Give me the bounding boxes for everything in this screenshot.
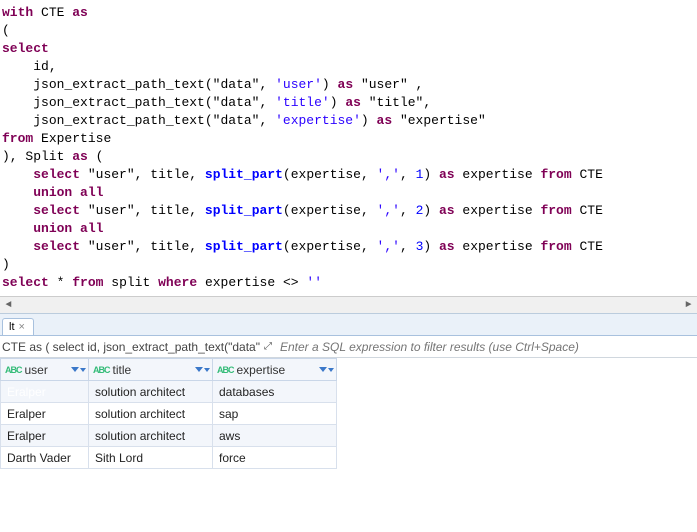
cte-summary-text: CTE as ( select id, json_extract_path_te… (2, 340, 260, 354)
filter-icon[interactable] (71, 367, 86, 372)
results-filter-bar: CTE as ( select id, json_extract_path_te… (0, 336, 697, 358)
sql-editor[interactable]: with CTE as ( select id, json_extract_pa… (0, 0, 697, 296)
column-header-title[interactable]: ABCtitle (89, 359, 213, 381)
filter-icon[interactable] (195, 367, 210, 372)
cell-title[interactable]: solution architect (89, 381, 213, 403)
type-icon: ABC (217, 365, 234, 375)
cell-user[interactable]: Eralper (1, 381, 89, 403)
table-row[interactable]: Eralpersolution architectdatabases (1, 381, 337, 403)
type-icon: ABC (93, 365, 110, 375)
cell-user[interactable]: Eralper (1, 425, 89, 447)
table-row[interactable]: Darth VaderSith Lordforce (1, 447, 337, 469)
cell-user[interactable]: Darth Vader (1, 447, 89, 469)
cell-expertise[interactable]: databases (213, 381, 337, 403)
table-row[interactable]: Eralpersolution architectaws (1, 425, 337, 447)
cell-title[interactable]: Sith Lord (89, 447, 213, 469)
cell-user[interactable]: Eralper (1, 403, 89, 425)
cell-expertise[interactable]: aws (213, 425, 337, 447)
column-header-user[interactable]: ABCuser (1, 359, 89, 381)
type-icon: ABC (5, 365, 22, 375)
cell-title[interactable]: solution architect (89, 403, 213, 425)
kw-from: from (2, 131, 33, 146)
expand-icon[interactable]: ⤢ (260, 342, 276, 352)
tab-label: lt (9, 321, 15, 333)
sql-filter-input[interactable] (276, 340, 697, 354)
results-panel: ▲▲ lt × CTE as ( select id, json_extract… (0, 313, 697, 469)
filter-icon[interactable] (319, 367, 334, 372)
table-row[interactable]: Eralpersolution architectsap (1, 403, 337, 425)
scroll-left-icon[interactable]: ◄ (0, 297, 17, 313)
results-tabbar: lt × (0, 314, 697, 336)
results-table: ABCuser ABCtitle ABCexpertise (0, 358, 337, 469)
close-icon[interactable]: × (19, 321, 25, 333)
editor-horizontal-scrollbar[interactable]: ◄ ► (0, 296, 697, 313)
cell-expertise[interactable]: force (213, 447, 337, 469)
cell-expertise[interactable]: sap (213, 403, 337, 425)
table-header-row: ABCuser ABCtitle ABCexpertise (1, 359, 337, 381)
scroll-right-icon[interactable]: ► (680, 297, 697, 313)
kw-select: select (2, 41, 49, 56)
results-tab[interactable]: lt × (2, 318, 34, 335)
column-header-expertise[interactable]: ABCexpertise (213, 359, 337, 381)
kw-with: with (2, 5, 33, 20)
cell-title[interactable]: solution architect (89, 425, 213, 447)
